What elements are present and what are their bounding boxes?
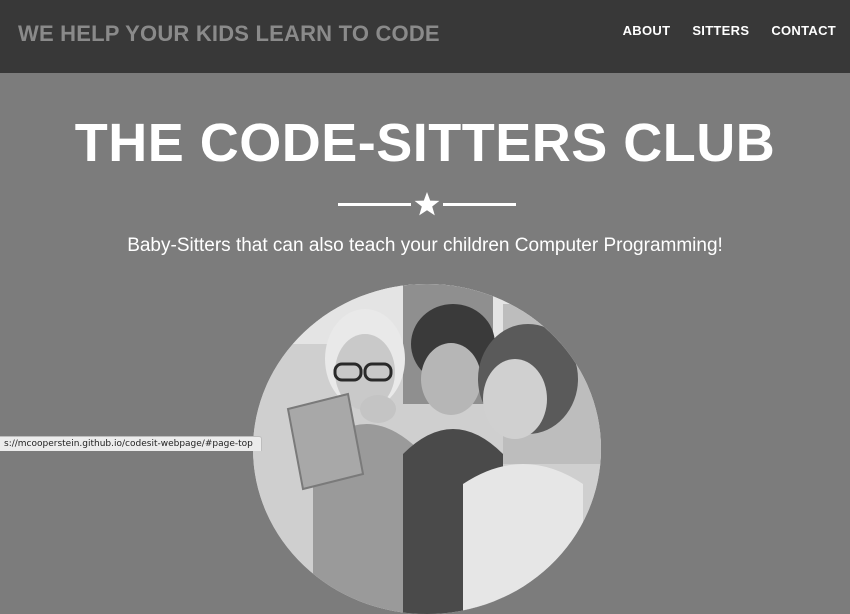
star-icon	[414, 192, 440, 216]
navbar: WE HELP YOUR KIDS LEARN TO CODE ABOUT SI…	[0, 0, 850, 73]
divider-line-left	[338, 203, 411, 206]
divider-line-right	[443, 203, 516, 206]
hero-subtitle: Baby-Sitters that can also teach your ch…	[127, 235, 723, 256]
nav-link-sitters[interactable]: SITTERS	[692, 23, 749, 38]
nav-link-about[interactable]: ABOUT	[623, 23, 671, 38]
nav-links: ABOUT SITTERS CONTACT	[601, 23, 836, 38]
hero-title: THE CODE-SITTERS CLUB	[74, 113, 776, 173]
hero-image	[253, 284, 601, 614]
brand-link[interactable]: WE HELP YOUR KIDS LEARN TO CODE	[18, 21, 440, 47]
nav-link-contact[interactable]: CONTACT	[771, 23, 836, 38]
star-divider	[338, 190, 516, 220]
status-bar-url: s://mcooperstein.github.io/codesit-webpa…	[0, 436, 262, 451]
